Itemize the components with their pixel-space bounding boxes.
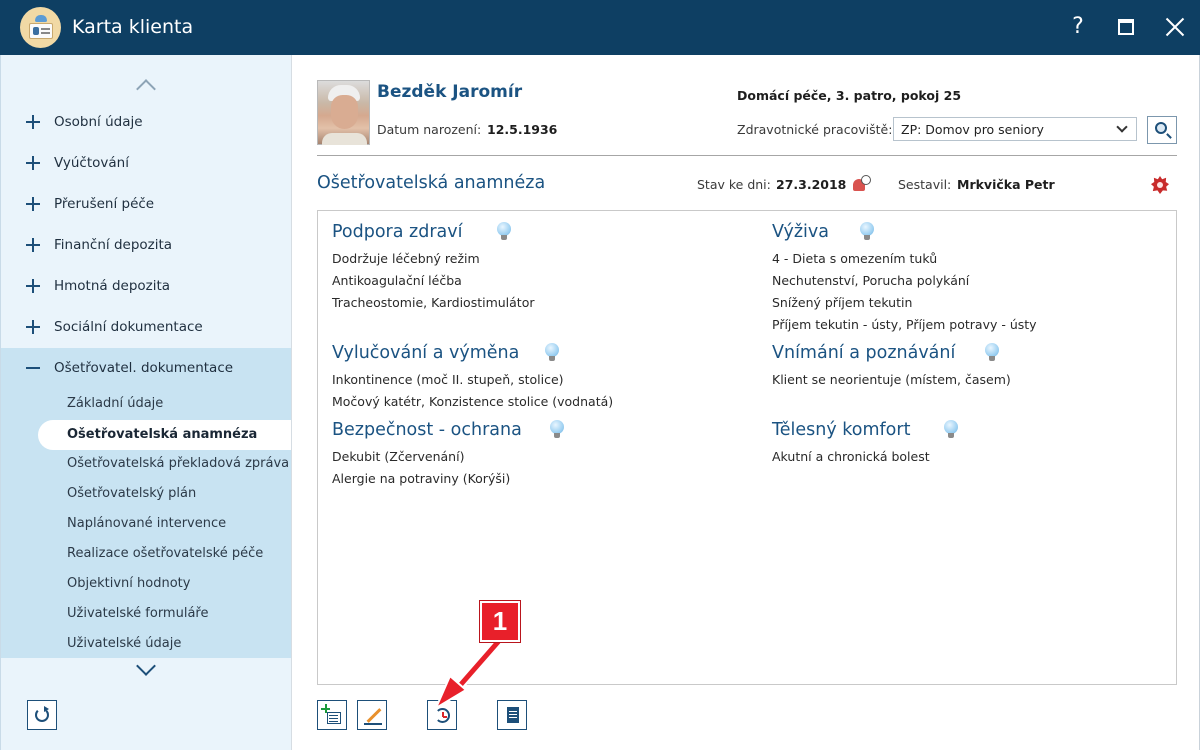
sidebar-item-label: Ošetřovatel. dokumentace [54,360,234,376]
sidebar-subitem-realizace-pece[interactable]: Realizace ošetřovatelské péče [67,546,263,561]
sidebar-item-label: Vyúčtování [54,155,129,171]
client-card-icon [20,7,61,48]
block-title-podpora: Podpora zdraví [332,222,463,242]
workplace-label: Zdravotnické pracoviště: [737,122,893,137]
sidebar-subitem-prekladova-zprava[interactable]: Ošetřovatelská překladová zpráva [67,456,289,471]
anamnesis-panel: Podpora zdraví Dodržuje léčebný režim An… [317,210,1177,685]
sidebar-item-vyuctovani[interactable]: Vyúčtování [1,144,292,185]
workplace-select[interactable]: ZP: Domov pro seniory [893,117,1137,141]
lightbulb-icon[interactable] [860,222,874,242]
author-label: Sestavil: [898,177,952,192]
chevron-down-icon [1116,121,1128,133]
document-icon [507,707,519,723]
block-line: Alergie na potraviny (Korýši) [332,471,511,486]
document-button[interactable] [497,700,527,730]
plus-icon [26,320,40,334]
patient-photo [317,80,370,145]
alarm-clock-icon[interactable] [852,174,872,194]
sidebar-subitem-uzivatelske-formulare[interactable]: Uživatelské formuláře [67,606,208,621]
edit-button[interactable] [357,700,387,730]
lightbulb-icon[interactable] [545,343,559,363]
block-line: Močový katétr, Konzistence stolice (vodn… [332,394,614,409]
state-date-label: Stav ke dni: [697,177,771,192]
scroll-down-icon[interactable] [136,656,156,676]
sidebar-subitem-label: Ošetřovatelská anamnéza [67,427,258,442]
sidebar-item-preruseni-pece[interactable]: Přerušení péče [1,185,292,226]
add-record-button[interactable] [317,700,347,730]
refresh-button[interactable] [27,700,57,730]
sidebar-item-socialni-dokumentace[interactable]: Sociální dokumentace [1,308,292,349]
history-button[interactable] [427,700,457,730]
pencil-icon [366,708,382,723]
annotation-number: 1 [492,606,508,636]
sidebar-item-label: Hmotná depozita [54,278,171,294]
plus-icon [26,197,40,211]
block-title-komfort: Tělesný komfort [772,420,911,440]
block-title-bezpecnost: Bezpečnost - ochrana [332,420,522,440]
minus-icon [26,361,40,375]
maximize-button[interactable] [1109,10,1143,44]
sidebar-item-osobni-udaje[interactable]: Osobní údaje [1,103,292,144]
maximize-icon [1118,19,1134,35]
block-line: Tracheostomie, Kardiostimulátor [332,295,535,310]
patient-name: Bezděk Jaromír [377,82,523,102]
window-title: Karta klienta [72,16,194,38]
sidebar-item-label: Osobní údaje [54,114,143,130]
help-button[interactable]: ? [1061,10,1095,44]
search-icon [1155,122,1167,134]
workplace-select-value: ZP: Domov pro seniory [901,122,1044,137]
author-value: Mrkvička Petr [957,177,1055,192]
sidebar-item-financni-depozita[interactable]: Finanční depozita [1,226,292,267]
close-button[interactable] [1158,10,1192,44]
sidebar-item-hmotna-depozita[interactable]: Hmotná depozita [1,267,292,308]
block-line: Dekubit (Zčervenání) [332,449,465,464]
annotation-badge: 1 [480,601,520,642]
sidebar: Osobní údaje Vyúčtování Přerušení péče F… [0,55,292,750]
dob-value: 12.5.1936 [487,122,558,137]
plus-icon [26,238,40,252]
block-title-vylucovani: Vylučování a výměna [332,343,520,363]
sidebar-subitem-uzivatelske-udaje[interactable]: Uživatelské údaje [67,636,181,651]
refresh-icon [35,706,49,722]
block-line: Dodržuje léčebný režim [332,251,480,266]
lightbulb-icon[interactable] [985,343,999,363]
title-bar: Karta klienta ? [0,0,1200,55]
sidebar-subitem-zakladni-udaje[interactable]: Základní údaje [67,396,163,411]
block-line: Inkontinence (moč II. stupeň, stolice) [332,372,564,387]
block-line: Snížený příjem tekutin [772,295,913,310]
block-line: Příjem tekutin - ústy, Příjem potravy - … [772,317,1037,332]
calendar-icon [327,712,341,724]
sidebar-item-label: Přerušení péče [54,196,155,212]
block-title-vnimani: Vnímání a poznávání [772,343,956,363]
scroll-up-icon[interactable] [136,79,156,99]
sidebar-subitem-osetrovatelsky-plan[interactable]: Ošetřovatelský plán [67,486,196,501]
sidebar-subitem-osetrovatelska-anamneza[interactable]: Ošetřovatelská anamnéza [38,420,292,450]
patient-location: Domácí péče, 3. patro, pokoj 25 [737,88,962,103]
block-line: Nechutenství, Porucha polykání [772,273,970,288]
block-line: Klient se neorientuje (místem, časem) [772,372,1011,387]
lightbulb-icon[interactable] [550,420,564,440]
sidebar-subitem-objektivni-hodnoty[interactable]: Objektivní hodnoty [67,576,190,591]
state-date-value: 27.3.2018 [776,177,847,192]
lightbulb-icon[interactable] [944,420,958,440]
sidebar-item-label: Finanční depozita [54,237,173,253]
block-line: Antikoagulační léčba [332,273,462,288]
history-clock-icon [435,708,450,723]
main-panel: Bezděk Jaromír Datum narození: 12.5.1936… [291,55,1200,750]
sidebar-item-label: Sociální dokumentace [54,319,203,335]
plus-icon [26,115,40,129]
block-title-vyziva: Výživa [772,222,829,242]
section-title: Ošetřovatelská anamnéza [317,173,546,193]
search-button[interactable] [1147,116,1177,144]
block-line: 4 - Dieta s omezením tuků [772,251,938,266]
dob-label: Datum narození: [377,122,482,137]
header-divider [317,155,1177,156]
seal-badge-icon[interactable] [1149,173,1171,197]
sidebar-subitem-naplanovane-intervence[interactable]: Naplánované intervence [67,516,226,531]
plus-icon [26,156,40,170]
lightbulb-icon[interactable] [497,222,511,242]
plus-icon [26,279,40,293]
sidebar-item-osetrovatel-dokumentace[interactable]: Ošetřovatel. dokumentace [1,349,292,390]
block-line: Akutní a chronická bolest [772,449,930,464]
